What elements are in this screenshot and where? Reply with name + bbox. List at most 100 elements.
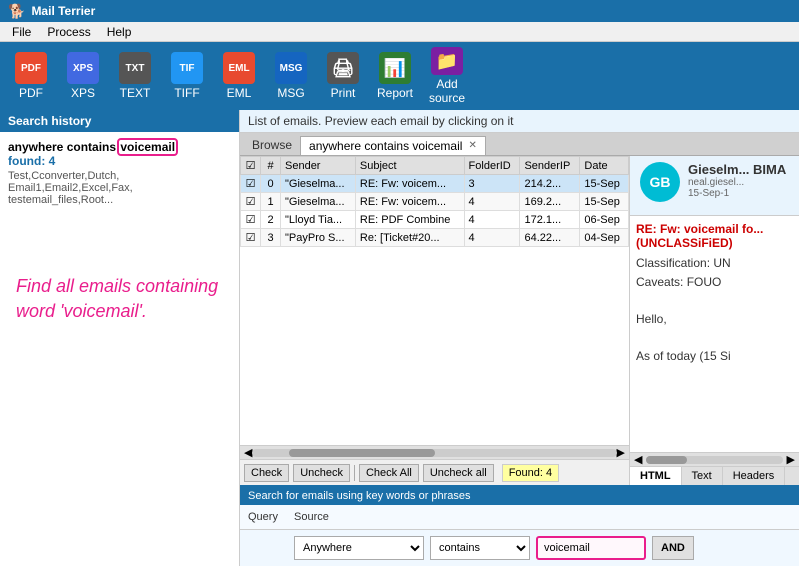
search-history-header: Search history xyxy=(0,110,239,132)
toolbar-eml[interactable]: EML EML xyxy=(216,47,262,105)
col-subject[interactable]: Subject xyxy=(355,157,464,175)
search-tab[interactable]: anywhere contains voicemail ✕ xyxy=(300,136,486,155)
eml-icon: EML xyxy=(223,52,255,84)
contains-select[interactable]: containsdoes not containstarts withends … xyxy=(430,536,530,560)
uncheck-button[interactable]: Uncheck xyxy=(293,464,350,482)
xps-icon: XPS xyxy=(67,52,99,84)
toolbar-text[interactable]: TXT TEXT xyxy=(112,47,158,105)
table-row[interactable]: ☑ 0 "Gieselma... RE: Fw: voicem... 3 214… xyxy=(241,175,629,193)
addsource-icon: 📁 xyxy=(431,47,463,75)
toolbar-print-label: Print xyxy=(331,86,356,100)
search-query-highlight: voicemail xyxy=(119,140,176,154)
row-num: 3 xyxy=(261,229,281,247)
preview-classification: Classification: UNCaveats: FOUOHello,As … xyxy=(636,254,793,366)
scrollbar-track[interactable] xyxy=(252,449,616,457)
row-date: 06-Sep xyxy=(580,211,629,229)
row-sender: "PayPro S... xyxy=(281,229,356,247)
toolbar-msg[interactable]: MSG MSG xyxy=(268,47,314,105)
row-folderid: 4 xyxy=(464,193,520,211)
toolbar-xps-label: XPS xyxy=(71,86,95,100)
scroll-left-icon[interactable]: ◀ xyxy=(244,446,252,459)
row-senderip: 214.2... xyxy=(520,175,580,193)
toolbar-print[interactable]: 🖨 Print xyxy=(320,47,366,105)
table-row[interactable]: ☑ 2 "Lloyd Tia... RE: PDF Combine 4 172.… xyxy=(241,211,629,229)
title-bar: 🐕 Mail Terrier xyxy=(0,0,799,22)
row-subject: RE: Fw: voicem... xyxy=(355,175,464,193)
menu-file[interactable]: File xyxy=(4,23,39,41)
right-panel: List of emails. Preview each email by cl… xyxy=(240,110,799,566)
scroll-right-icon[interactable]: ▶ xyxy=(617,446,625,459)
preview-tabs: HTML Text Headers xyxy=(630,466,799,485)
preview-scroll-left-icon[interactable]: ◀ xyxy=(634,453,642,466)
found-badge: Found: 4 xyxy=(502,464,559,482)
preview-body: RE: Fw: voicemail fo... (UNCLASSiFiED) C… xyxy=(630,216,799,452)
col-check[interactable]: ☑ xyxy=(241,157,261,175)
col-senderip[interactable]: SenderIP xyxy=(520,157,580,175)
menu-help[interactable]: Help xyxy=(99,23,140,41)
col-date[interactable]: Date xyxy=(580,157,629,175)
search-text-input[interactable] xyxy=(536,536,646,560)
row-sender: "Gieselma... xyxy=(281,175,356,193)
toolbar-addsource[interactable]: 📁 Add source xyxy=(424,47,470,105)
email-list: ☑ # Sender Subject FolderID SenderIP Dat… xyxy=(240,156,630,485)
preview-meta: Gieselm... BIMA neal.giesel... 15-Sep-1 xyxy=(688,162,789,199)
preview-tab-html[interactable]: HTML xyxy=(630,467,682,485)
preview-scrollbar-track[interactable] xyxy=(646,456,782,464)
preview-tab-headers[interactable]: Headers xyxy=(723,467,786,485)
table-row[interactable]: ☑ 1 "Gieselma... RE: Fw: voicem... 4 169… xyxy=(241,193,629,211)
table-scrollbar[interactable]: ◀ ▶ xyxy=(240,445,629,459)
annotation-text: Find all emails containing word 'voicema… xyxy=(8,266,231,332)
check-button[interactable]: Check xyxy=(244,464,289,482)
toolbar-text-label: TEXT xyxy=(120,86,151,100)
email-table-scroll[interactable]: ☑ # Sender Subject FolderID SenderIP Dat… xyxy=(240,156,629,445)
avatar: GB xyxy=(640,162,680,202)
preview-email: neal.giesel... xyxy=(688,177,789,188)
row-num: 0 xyxy=(261,175,281,193)
tab-close-icon[interactable]: ✕ xyxy=(468,140,476,151)
toolbar-xps[interactable]: XPS XPS xyxy=(60,47,106,105)
preview-scrollbar-thumb[interactable] xyxy=(646,456,687,464)
col-sender[interactable]: Sender xyxy=(281,157,356,175)
menu-process[interactable]: Process xyxy=(39,23,98,41)
and-button[interactable]: AND xyxy=(652,536,694,560)
toolbar-tiff[interactable]: TIF TIFF xyxy=(164,47,210,105)
toolbar-report[interactable]: 📊 Report xyxy=(372,47,418,105)
list-header: List of emails. Preview each email by cl… xyxy=(240,110,799,133)
query-header: Search for emails using key words or phr… xyxy=(240,487,799,505)
anywhere-select[interactable]: AnywhereSubjectFromToBody xyxy=(294,536,424,560)
row-checkbox[interactable]: ☑ xyxy=(241,175,261,193)
search-query[interactable]: anywhere contains voicemail xyxy=(8,140,231,154)
footer-separator xyxy=(354,465,355,481)
check-all-button[interactable]: Check All xyxy=(359,464,419,482)
table-footer: Check Uncheck Check All Uncheck all Foun… xyxy=(240,459,629,485)
pdf-icon: PDF xyxy=(15,52,47,84)
scrollbar-thumb[interactable] xyxy=(289,449,435,457)
report-icon: 📊 xyxy=(379,52,411,84)
query-input-row: AnywhereSubjectFromToBody containsdoes n… xyxy=(240,530,799,566)
text-icon: TXT xyxy=(119,52,151,84)
col-folderid[interactable]: FolderID xyxy=(464,157,520,175)
preview-name: Gieselm... BIMA xyxy=(688,162,789,177)
row-checkbox[interactable]: ☑ xyxy=(241,229,261,247)
table-row[interactable]: ☑ 3 "PayPro S... Re: [Ticket#20... 4 64.… xyxy=(241,229,629,247)
preview-scroll-right-icon[interactable]: ▶ xyxy=(787,453,795,466)
row-checkbox[interactable]: ☑ xyxy=(241,211,261,229)
toolbar-eml-label: EML xyxy=(227,86,252,100)
preview-scrollbar[interactable]: ◀ ▶ xyxy=(630,452,799,466)
left-panel: Search history anywhere contains voicema… xyxy=(0,110,240,566)
toolbar: PDF PDF XPS XPS TXT TEXT TIF TIFF EML EM… xyxy=(0,42,799,110)
email-table: ☑ # Sender Subject FolderID SenderIP Dat… xyxy=(240,156,629,247)
row-sender: "Lloyd Tia... xyxy=(281,211,356,229)
row-date: 15-Sep xyxy=(580,175,629,193)
source-label: Source xyxy=(294,511,329,523)
row-num: 1 xyxy=(261,193,281,211)
preview-tab-text[interactable]: Text xyxy=(682,467,723,485)
row-checkbox[interactable]: ☑ xyxy=(241,193,261,211)
toolbar-pdf[interactable]: PDF PDF xyxy=(8,47,54,105)
tab-label: anywhere contains voicemail xyxy=(309,139,462,153)
row-senderip: 64.22... xyxy=(520,229,580,247)
main-content: Search history anywhere contains voicema… xyxy=(0,110,799,566)
col-num[interactable]: # xyxy=(261,157,281,175)
toolbar-report-label: Report xyxy=(377,86,413,100)
uncheck-all-button[interactable]: Uncheck all xyxy=(423,464,494,482)
